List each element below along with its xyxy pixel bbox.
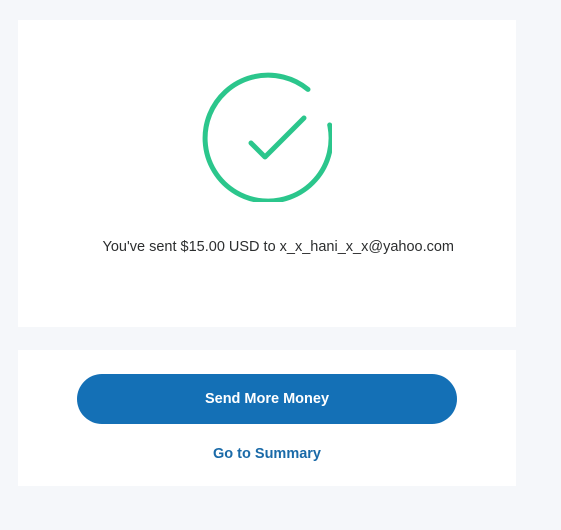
go-to-summary-link[interactable]: Go to Summary xyxy=(77,446,457,462)
success-card: You've sent $15.00 USD to x_x_hani_x_x@y… xyxy=(18,20,516,327)
check-circle-icon xyxy=(202,72,332,202)
actions-card: Send More Money Go to Summary xyxy=(18,350,516,486)
confirmation-message: You've sent $15.00 USD to x_x_hani_x_x@y… xyxy=(102,239,454,255)
send-more-money-button[interactable]: Send More Money xyxy=(77,374,457,424)
